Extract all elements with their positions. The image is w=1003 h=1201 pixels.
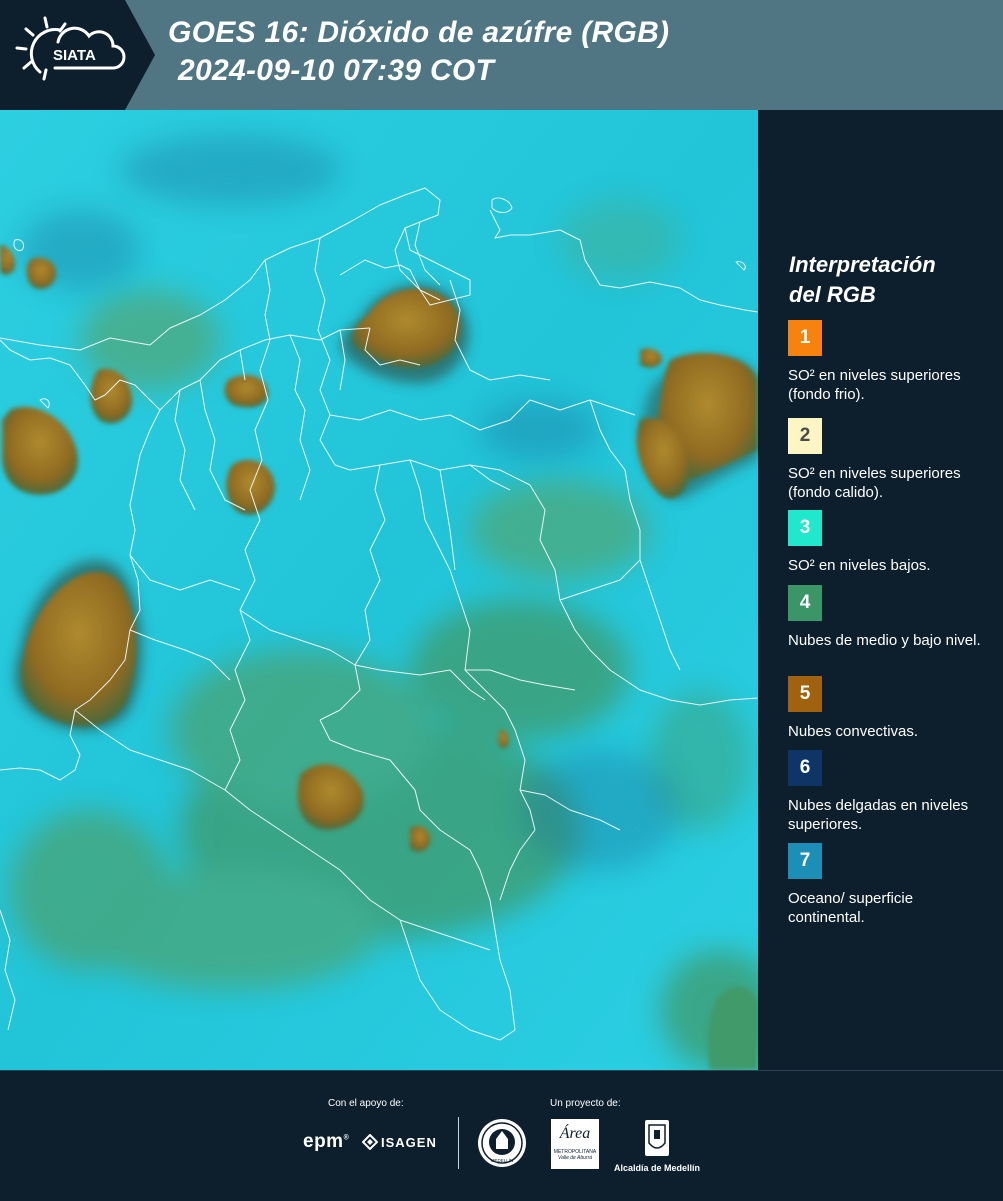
legend-panel: Interpretación del RGB 1 SO² en niveles … [758,110,1003,1070]
alcaldia-shield-icon [645,1120,669,1156]
legend-title-line-2: del RGB [789,282,876,307]
legend-text-5: Nubes convectivas. [788,723,919,740]
legend-swatch-7: 7 [788,843,822,879]
legend-text-3: SO² en niveles bajos. [788,557,931,574]
title-line-2: 2024-09-10 07:39 COT [178,54,495,87]
legend-item-1: 1 SO² en niveles superiores (fondo frio)… [788,320,993,404]
project-label: Un proyecto de: [550,1098,621,1109]
alcaldia-logo: Alcaldía de Medellín [612,1119,702,1173]
legend-text-4: Nubes de medio y bajo nivel. [788,632,981,649]
epm-logo-text: epm [303,1131,344,1152]
legend-title: Interpretación del RGB [789,250,936,310]
legend-item-2: 2 SO² en niveles superiores (fondo calid… [788,418,993,502]
legend-swatch-4: 4 [788,585,822,621]
legend-text-7: Oceano/ superficie continental. [788,890,914,926]
legend-item-4: 4 Nubes de medio y bajo nivel. [788,585,993,650]
area-logo-sub2: Valle de Aburrá [557,1155,593,1161]
satellite-map [0,110,758,1070]
support-label: Con el apoyo de: [328,1098,404,1109]
legend-swatch-5: 5 [788,676,822,712]
title-line-1: GOES 16: Dióxido de azúfre (RGB) [168,16,670,49]
legend-swatch-1: 1 [788,320,822,356]
footer-divider [458,1117,459,1169]
isagen-icon [362,1134,378,1150]
legend-swatch-6: 6 [788,750,822,786]
legend-item-3: 3 SO² en niveles bajos. [788,510,993,575]
legend-item-6: 6 Nubes delgadas en niveles superiores. [788,750,993,834]
legend-item-5: 5 Nubes convectivas. [788,676,993,741]
header-bar: SIATA GOES 16: Dióxido de azúfre (RGB) 2… [0,0,1003,110]
epm-logo: epm® [303,1131,350,1152]
alcaldia-text: Alcaldía de Medellín [613,1163,701,1173]
footer-bar: Con el apoyo de: Un proyecto de: epm® IS… [0,1070,1003,1201]
legend-item-7: 7 Oceano/ superficie continental. [788,843,993,927]
legend-text-2: SO² en niveles superiores (fondo calido)… [788,465,961,501]
area-metropolitana-logo: Área METROPOLITANA Valle de Aburrá [551,1119,599,1169]
legend-swatch-3: 3 [788,510,822,546]
legend-text-1: SO² en niveles superiores (fondo frio). [788,367,961,403]
legend-swatch-2: 2 [788,418,822,454]
logo-text: SIATA [53,47,96,64]
legend-title-line-1: Interpretación [789,252,936,277]
legend-text-6: Nubes delgadas en niveles superiores. [788,797,969,833]
isagen-logo: ISAGEN [362,1134,437,1150]
area-logo-text: Área [559,1125,591,1142]
page-title: GOES 16: Dióxido de azúfre (RGB) 2024-09… [168,14,669,90]
siata-logo: SIATA [0,0,155,110]
isagen-text: ISAGEN [381,1134,437,1150]
satellite-image [0,110,758,1070]
medellin-seal-icon: MEDELLÍN [478,1119,526,1167]
seal-text: MEDELLÍN [491,1157,514,1163]
